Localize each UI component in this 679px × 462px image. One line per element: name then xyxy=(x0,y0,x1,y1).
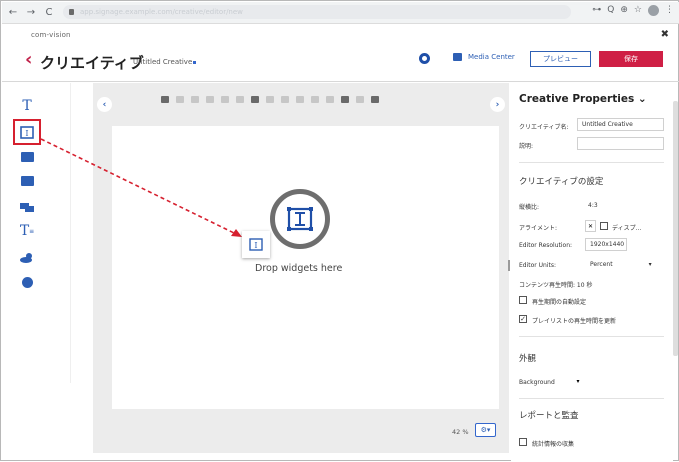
name-label: クリエイティブ名: xyxy=(519,124,569,131)
aspect-label: 縦横比: xyxy=(519,204,540,211)
media-center-label: Media Center xyxy=(468,53,515,61)
media-icon xyxy=(453,53,462,61)
collect-stats-label: 統計情報の収集 xyxy=(532,441,575,448)
section-divider xyxy=(519,162,664,163)
update-playlist-label: プレイリストの再生時間を更新 xyxy=(532,318,617,325)
undo-icon[interactable] xyxy=(341,96,349,103)
alignment-label: アライメント: xyxy=(519,225,558,232)
editor-units-value: Percent xyxy=(590,261,613,268)
redo-icon[interactable] xyxy=(356,96,364,103)
editor-units-label: Editor Units: xyxy=(519,262,557,269)
browser-actions: ⊶ Q ⊕ ☆ ⋮ xyxy=(592,5,674,16)
ticker-icon[interactable]: I xyxy=(17,122,37,142)
video-icon[interactable] xyxy=(17,171,37,191)
send-backward-icon[interactable] xyxy=(296,96,304,103)
duplicate-icon[interactable] xyxy=(221,96,229,103)
ticker-icon: I xyxy=(249,238,263,251)
ticker-icon-enlarged xyxy=(287,207,313,231)
check-icon[interactable] xyxy=(326,96,334,103)
align-icon[interactable] xyxy=(176,96,184,103)
save-button[interactable]: 保存 xyxy=(599,51,663,67)
settings-section-title: クリエイティブの設定 xyxy=(519,177,604,187)
drop-widgets-hint: Drop widgets here xyxy=(255,263,343,274)
search-icon[interactable]: Q xyxy=(607,5,614,16)
lock-icon xyxy=(69,9,74,15)
edit-indicator-icon xyxy=(193,61,197,64)
collect-stats-checkbox[interactable] xyxy=(519,438,527,446)
report-section-title: レポートと監査 xyxy=(519,411,579,421)
aspect-value: 4:3 xyxy=(588,202,598,209)
alignment-value: ディスプ... xyxy=(612,225,642,232)
section-divider xyxy=(519,336,664,337)
text-icon[interactable]: T xyxy=(17,96,37,116)
brand-logo: com-vision xyxy=(31,31,71,39)
browser-forward-button[interactable]: → xyxy=(24,6,38,20)
panel-scrollbar[interactable] xyxy=(673,101,678,356)
editor-resolution-input[interactable]: 1920x1440 xyxy=(585,238,627,251)
magnifier-callout xyxy=(270,189,330,249)
background-select[interactable]: ▾ xyxy=(567,375,589,387)
alignment-checkbox[interactable] xyxy=(600,222,608,230)
panel-title[interactable]: Creative Properties ⌄ xyxy=(519,93,647,105)
weather-icon[interactable] xyxy=(17,247,37,267)
media-center-button[interactable]: Media Center xyxy=(453,53,515,61)
social-icon[interactable] xyxy=(17,197,37,217)
collapse-right-button[interactable]: › xyxy=(490,97,505,112)
creative-name[interactable]: Untitled Creative xyxy=(133,58,197,66)
back-chevron-icon[interactable]: ‹ xyxy=(25,51,32,69)
browser-reload-button[interactable]: C xyxy=(42,6,56,20)
palette-divider xyxy=(70,83,71,383)
header-divider xyxy=(2,81,679,82)
auto-duration-checkbox[interactable] xyxy=(519,296,527,304)
browser-back-button[interactable]: ← xyxy=(6,6,20,20)
content-duration: コンテンツ再生時間: 10 秒 xyxy=(519,282,593,289)
profile-avatar[interactable] xyxy=(648,5,659,16)
chevron-down-icon: ▾ xyxy=(576,377,580,385)
close-icon[interactable]: ✖ xyxy=(661,29,669,40)
svg-text:I: I xyxy=(254,241,257,250)
distribute-icon[interactable] xyxy=(191,96,199,103)
cut-icon[interactable] xyxy=(236,96,244,103)
people-icon[interactable] xyxy=(371,96,379,103)
collapse-left-button[interactable]: ‹ xyxy=(97,97,112,112)
update-playlist-checkbox[interactable]: ✓ xyxy=(519,315,527,323)
clock-icon[interactable] xyxy=(17,272,37,292)
screenshot-frame: ← → C app.signage.example.com/creative/e… xyxy=(0,0,679,461)
page-title: クリエイティブ xyxy=(40,54,144,72)
dragged-widget-tile[interactable]: I xyxy=(242,231,270,258)
url-text: app.signage.example.com/creative/editor/… xyxy=(80,8,243,16)
creative-name-text: Untitled Creative xyxy=(133,58,193,66)
editor-units-select[interactable]: Percent ▾ xyxy=(585,258,664,271)
lock-layer-icon[interactable] xyxy=(311,96,319,103)
paste-icon[interactable] xyxy=(251,96,259,103)
bring-forward-icon[interactable] xyxy=(281,96,289,103)
gear-icon[interactable] xyxy=(419,53,430,64)
rich-text-icon[interactable]: T ≡ xyxy=(17,221,37,241)
appearance-section-title: 外観 xyxy=(519,354,537,364)
section-divider xyxy=(519,398,664,399)
svg-text:I: I xyxy=(25,129,28,138)
address-bar[interactable]: app.signage.example.com/creative/editor/… xyxy=(63,5,571,19)
creative-name-input[interactable]: Untitled Creative xyxy=(577,118,664,131)
alignment-clear-button[interactable]: ✕ xyxy=(585,220,596,232)
editor-resolution-label: Editor Resolution: xyxy=(519,242,573,249)
bookmark-star-icon[interactable]: ☆ xyxy=(634,5,642,16)
key-icon[interactable]: ⊶ xyxy=(592,5,601,16)
copy-icon[interactable] xyxy=(161,96,169,103)
extension-icon[interactable]: ⊕ xyxy=(620,5,628,16)
menu-kebab-icon[interactable]: ⋮ xyxy=(665,5,674,16)
add-icon[interactable] xyxy=(206,96,214,103)
zoom-level: 42 % xyxy=(452,428,469,436)
zoom-settings-button[interactable]: ⚙▾ xyxy=(475,423,496,437)
canvas-toolbar xyxy=(161,96,379,103)
background-label: Background xyxy=(519,379,555,386)
chevron-down-icon: ▾ xyxy=(648,261,652,268)
delete-icon[interactable] xyxy=(266,96,274,103)
preview-button[interactable]: プレビュー xyxy=(530,51,591,67)
image-icon[interactable] xyxy=(17,147,37,167)
description-label: 説明: xyxy=(519,143,534,150)
description-input[interactable] xyxy=(577,137,664,150)
panel-resize-handle[interactable] xyxy=(508,260,510,271)
auto-duration-label: 再生期間の自動設定 xyxy=(532,299,587,306)
